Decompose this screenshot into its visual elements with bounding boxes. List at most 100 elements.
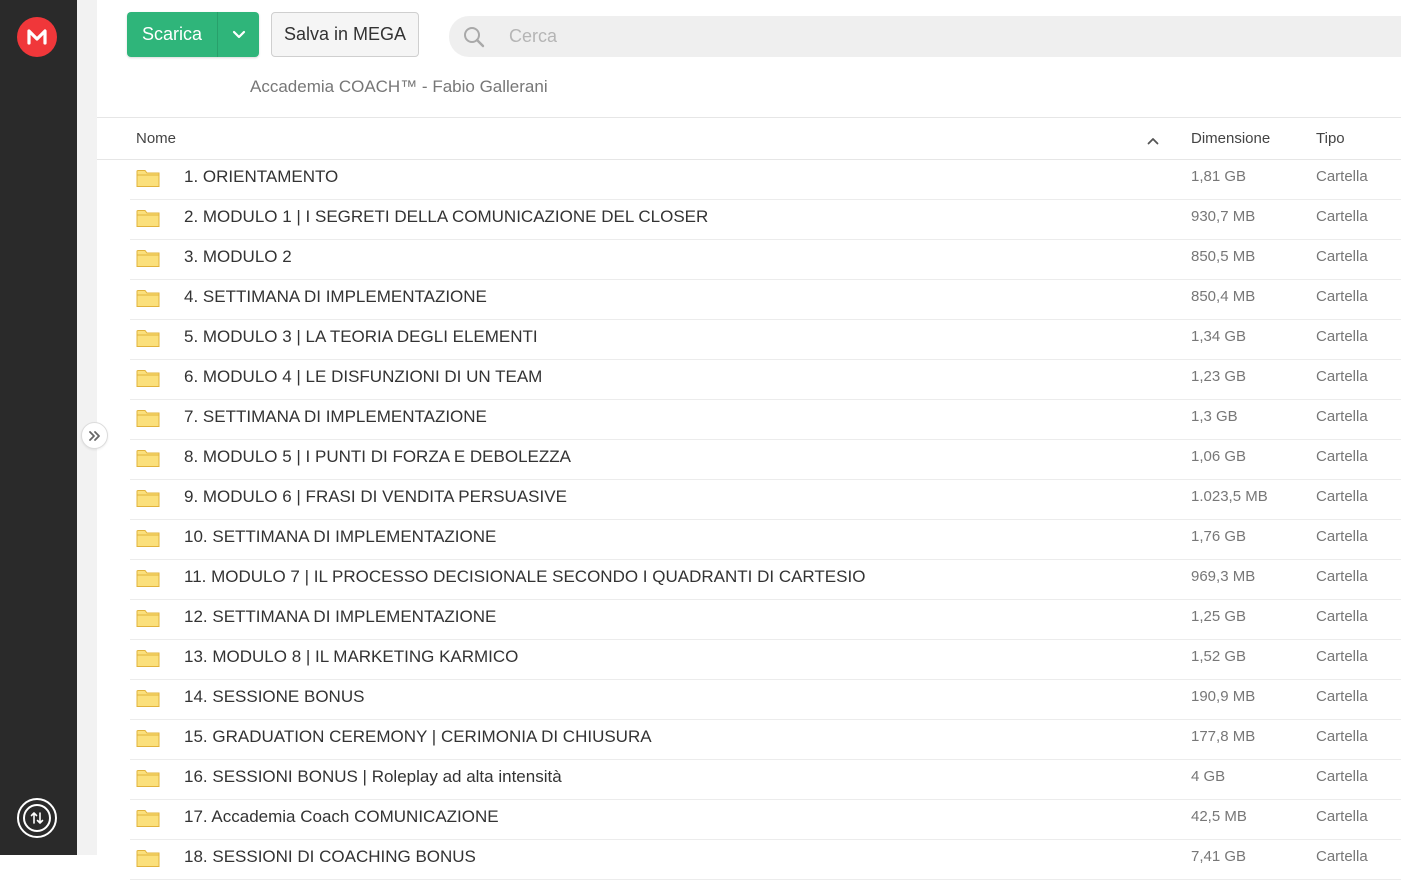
folder-size: 850,4 MB bbox=[1191, 288, 1256, 305]
folder-size: 850,5 MB bbox=[1191, 248, 1256, 265]
folder-type: Cartella bbox=[1316, 728, 1368, 745]
expand-sidebar-icon[interactable] bbox=[81, 422, 108, 449]
folder-name[interactable]: 4. SETTIMANA DI IMPLEMENTAZIONE bbox=[184, 287, 487, 307]
folder-type: Cartella bbox=[1316, 448, 1368, 465]
folder-name[interactable]: 5. MODULO 3 | LA TEORIA DEGLI ELEMENTI bbox=[184, 327, 538, 347]
table-row[interactable]: 8. MODULO 5 | I PUNTI DI FORZA E DEBOLEZ… bbox=[97, 440, 1401, 480]
folder-icon bbox=[136, 448, 160, 468]
folder-size: 930,7 MB bbox=[1191, 208, 1256, 225]
search-bar bbox=[449, 16, 1401, 57]
folder-type: Cartella bbox=[1316, 608, 1368, 625]
chevron-down-icon[interactable] bbox=[218, 12, 259, 57]
folder-name[interactable]: 16. SESSIONI BONUS | Roleplay ad alta in… bbox=[184, 767, 562, 787]
folder-icon bbox=[136, 168, 160, 188]
folder-icon bbox=[136, 568, 160, 588]
table-row[interactable]: 5. MODULO 3 | LA TEORIA DEGLI ELEMENTI 1,… bbox=[97, 320, 1401, 360]
folder-size: 1,06 GB bbox=[1191, 448, 1247, 465]
table-row[interactable]: 3. MODULO 2 850,5 MB Cartella bbox=[97, 240, 1401, 280]
table-row[interactable]: 1. ORIENTAMENTO 1,81 GB Cartella bbox=[97, 160, 1401, 200]
folder-size: 969,3 MB bbox=[1191, 568, 1256, 585]
folder-name[interactable]: 18. SESSIONI DI COACHING BONUS bbox=[184, 847, 476, 867]
mega-logo-icon[interactable] bbox=[17, 17, 57, 57]
transfer-manager-icon[interactable] bbox=[17, 798, 57, 838]
table-row[interactable]: 15. GRADUATION CEREMONY | CERIMONIA DI C… bbox=[97, 720, 1401, 760]
folder-name[interactable]: 10. SETTIMANA DI IMPLEMENTAZIONE bbox=[184, 527, 496, 547]
folder-type: Cartella bbox=[1316, 208, 1368, 225]
table-row[interactable]: 18. SESSIONI DI COACHING BONUS 7,41 GB Car… bbox=[97, 840, 1401, 880]
folder-type: Cartella bbox=[1316, 288, 1368, 305]
folder-type: Cartella bbox=[1316, 368, 1368, 385]
folder-icon bbox=[136, 488, 160, 508]
folder-name[interactable]: 9. MODULO 6 | FRASI DI VENDITA PERSUASIV… bbox=[184, 487, 567, 507]
folder-type: Cartella bbox=[1316, 408, 1368, 425]
folder-icon bbox=[136, 368, 160, 388]
folder-name[interactable]: 2. MODULO 1 | I SEGRETI DELLA COMUNICAZI… bbox=[184, 207, 708, 227]
folder-size: 4 GB bbox=[1191, 768, 1226, 785]
search-icon bbox=[449, 25, 499, 49]
table-row[interactable]: 17. Accademia Coach COMUNICAZIONE 42,5 MB… bbox=[97, 800, 1401, 840]
table-row[interactable]: 2. MODULO 1 | I SEGRETI DELLA COMUNICAZI… bbox=[97, 200, 1401, 240]
folder-size: 177,8 MB bbox=[1191, 728, 1256, 745]
folder-icon bbox=[136, 848, 160, 868]
column-header-name[interactable]: Nome bbox=[136, 130, 176, 147]
folder-type: Cartella bbox=[1316, 488, 1368, 505]
folder-icon bbox=[136, 528, 160, 548]
folder-name[interactable]: 6. MODULO 4 | LE DISFUNZIONI DI UN TEAM bbox=[184, 367, 542, 387]
table-row[interactable]: 7. SETTIMANA DI IMPLEMENTAZIONE 1,3 GB Car… bbox=[97, 400, 1401, 440]
folder-icon bbox=[136, 808, 160, 828]
folder-icon bbox=[136, 208, 160, 228]
table-row[interactable]: 13. MODULO 8 | IL MARKETING KARMICO 1,52 … bbox=[97, 640, 1401, 680]
column-header-size[interactable]: Dimensione bbox=[1191, 130, 1270, 147]
folder-size: 1,25 GB bbox=[1191, 608, 1247, 625]
folder-size: 1,76 GB bbox=[1191, 528, 1247, 545]
table-row[interactable]: 16. SESSIONI BONUS | Roleplay ad alta in… bbox=[97, 760, 1401, 800]
folder-name[interactable]: 17. Accademia Coach COMUNICAZIONE bbox=[184, 807, 499, 827]
file-list: 1. ORIENTAMENTO 1,81 GB Cartella 2. MODULO … bbox=[97, 160, 1401, 880]
folder-size: 190,9 MB bbox=[1191, 688, 1256, 705]
table-row[interactable]: 11. MODULO 7 | IL PROCESSO DECISIONALE S… bbox=[97, 560, 1401, 600]
folder-name[interactable]: 1. ORIENTAMENTO bbox=[184, 167, 338, 187]
folder-type: Cartella bbox=[1316, 528, 1368, 545]
folder-icon bbox=[136, 648, 160, 668]
folder-type: Cartella bbox=[1316, 248, 1368, 265]
left-rail bbox=[0, 0, 77, 855]
sort-ascending-icon[interactable] bbox=[1147, 132, 1159, 149]
table-row[interactable]: 6. MODULO 4 | LE DISFUNZIONI DI UN TEAM 1… bbox=[97, 360, 1401, 400]
folder-icon bbox=[136, 728, 160, 748]
folder-name[interactable]: 11. MODULO 7 | IL PROCESSO DECISIONALE S… bbox=[184, 567, 865, 587]
folder-name[interactable]: 12. SETTIMANA DI IMPLEMENTAZIONE bbox=[184, 607, 496, 627]
table-row[interactable]: 10. SETTIMANA DI IMPLEMENTAZIONE 1,76 GB C… bbox=[97, 520, 1401, 560]
folder-name[interactable]: 13. MODULO 8 | IL MARKETING KARMICO bbox=[184, 647, 518, 667]
table-row[interactable]: 12. SETTIMANA DI IMPLEMENTAZIONE 1,25 GB C… bbox=[97, 600, 1401, 640]
table-row[interactable]: 14. SESSIONE BONUS 190,9 MB Cartella bbox=[97, 680, 1401, 720]
folder-icon bbox=[136, 768, 160, 788]
download-button[interactable]: Scarica bbox=[127, 12, 259, 57]
folder-name[interactable]: 7. SETTIMANA DI IMPLEMENTAZIONE bbox=[184, 407, 487, 427]
folder-size: 42,5 MB bbox=[1191, 808, 1247, 825]
folder-type: Cartella bbox=[1316, 648, 1368, 665]
folder-icon bbox=[136, 328, 160, 348]
folder-size: 1,52 GB bbox=[1191, 648, 1247, 665]
folder-name[interactable]: 8. MODULO 5 | I PUNTI DI FORZA E DEBOLEZ… bbox=[184, 447, 571, 467]
folder-name[interactable]: 14. SESSIONE BONUS bbox=[184, 687, 364, 707]
search-input[interactable] bbox=[507, 25, 1311, 48]
folder-icon bbox=[136, 288, 160, 308]
folder-name[interactable]: 15. GRADUATION CEREMONY | CERIMONIA DI C… bbox=[184, 727, 652, 747]
folder-type: Cartella bbox=[1316, 848, 1368, 865]
main-panel: Scarica Salva in MEGA Accademia COACH™ -… bbox=[97, 0, 1401, 880]
folder-type: Cartella bbox=[1316, 168, 1368, 185]
column-header-type[interactable]: Tipo bbox=[1316, 130, 1345, 147]
table-row[interactable]: 4. SETTIMANA DI IMPLEMENTAZIONE 850,4 MB C… bbox=[97, 280, 1401, 320]
folder-name[interactable]: 3. MODULO 2 bbox=[184, 247, 292, 267]
breadcrumb[interactable]: Accademia COACH™ - Fabio Gallerani bbox=[250, 77, 548, 97]
table-header: Nome Dimensione Tipo bbox=[97, 118, 1401, 159]
table-row[interactable]: 9. MODULO 6 | FRASI DI VENDITA PERSUASIV… bbox=[97, 480, 1401, 520]
folder-size: 1,23 GB bbox=[1191, 368, 1247, 385]
folder-icon bbox=[136, 408, 160, 428]
folder-type: Cartella bbox=[1316, 768, 1368, 785]
download-label: Scarica bbox=[141, 24, 203, 44]
save-to-mega-button[interactable]: Salva in MEGA bbox=[271, 12, 419, 57]
folder-icon bbox=[136, 608, 160, 628]
folder-icon bbox=[136, 248, 160, 268]
folder-type: Cartella bbox=[1316, 688, 1368, 705]
